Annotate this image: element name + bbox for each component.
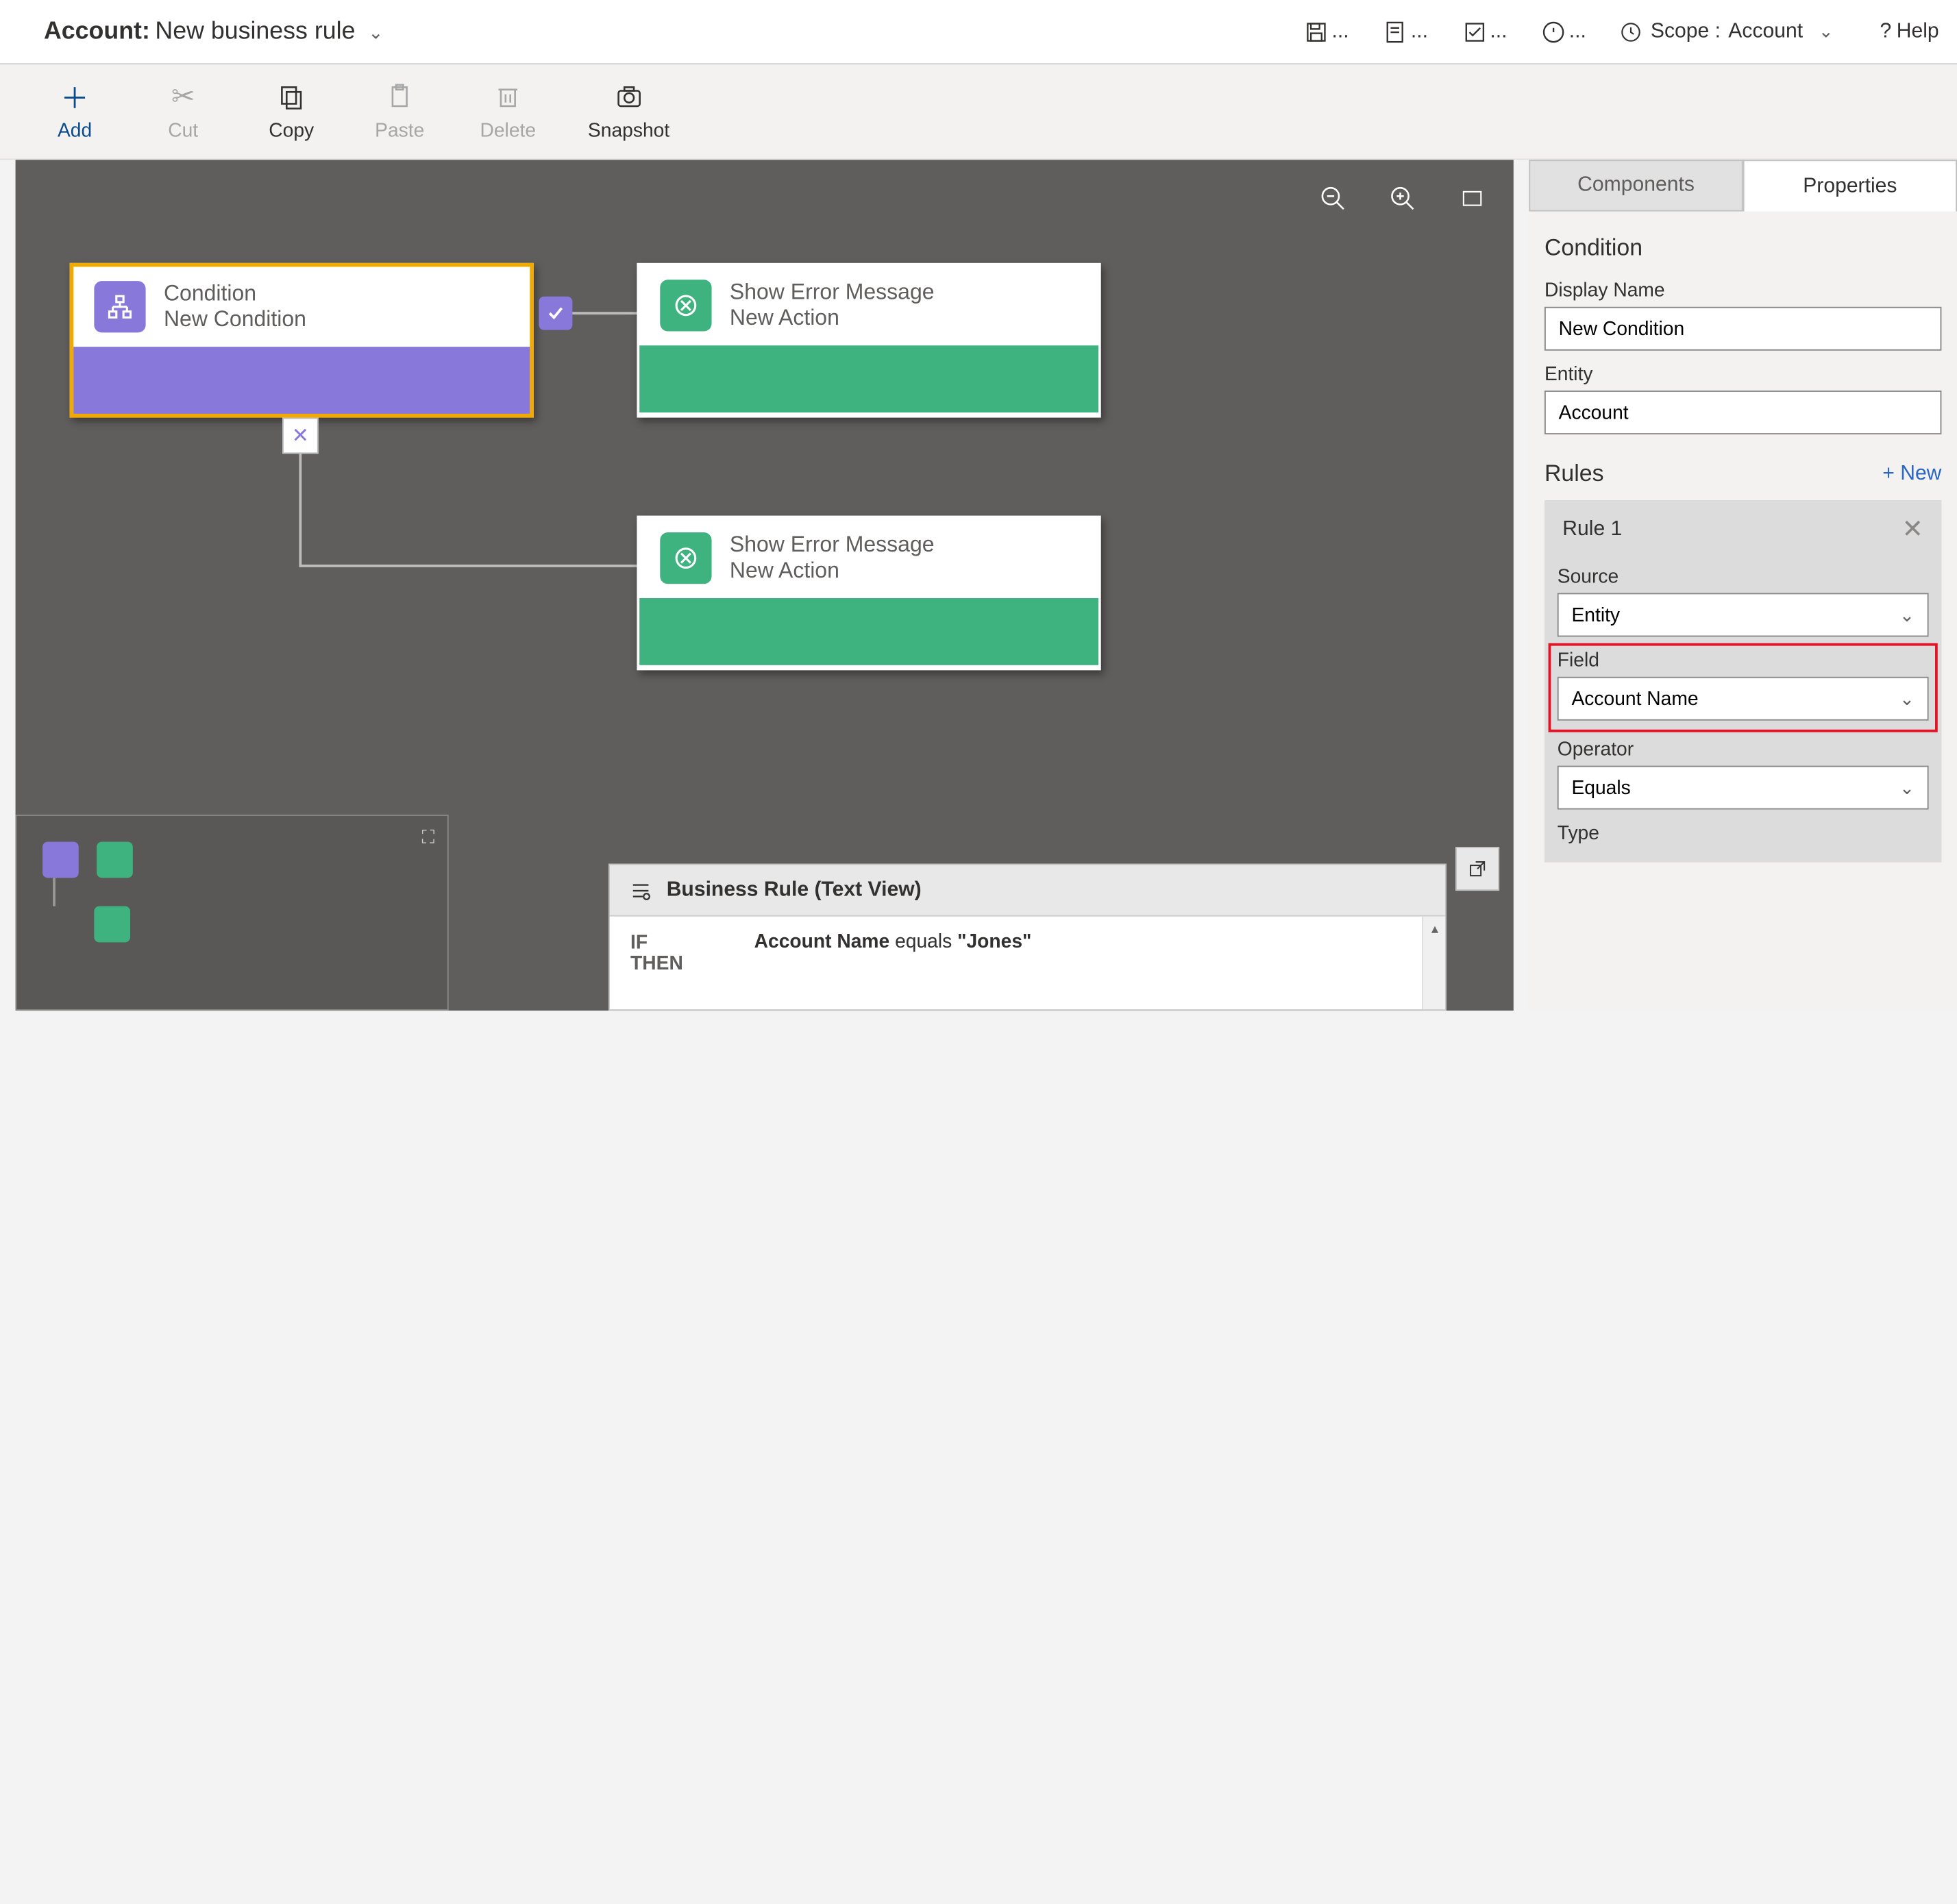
question-icon: ? — [1880, 20, 1891, 43]
field-label: Field — [1558, 650, 1929, 671]
title-prefix: Account: — [44, 17, 150, 45]
node-title: Show Error Message — [730, 532, 935, 558]
new-rule-button[interactable]: + New — [1882, 462, 1941, 485]
save-button[interactable]: ... — [1303, 18, 1349, 45]
copy-icon — [278, 82, 306, 112]
tab-components[interactable]: Components — [1529, 160, 1743, 211]
operator-select[interactable]: Equals ⌄ — [1558, 766, 1929, 810]
node-title: Condition — [164, 281, 306, 307]
false-connector[interactable]: ✕ — [282, 418, 319, 454]
add-button[interactable]: ＋ Add — [47, 82, 103, 142]
activate-button[interactable]: ... — [1540, 18, 1586, 45]
delete-button[interactable]: Delete — [480, 82, 537, 142]
chevron-down-icon: ⌄ — [1899, 688, 1915, 710]
action-node-false[interactable]: Show Error Message New Action — [637, 516, 1100, 671]
entity-input[interactable] — [1544, 391, 1941, 434]
plus-icon: ＋ — [60, 82, 88, 112]
rule-card: Rule 1 ✕ Source Entity ⌄ Field Account N… — [1544, 500, 1941, 863]
popout-button[interactable] — [1455, 847, 1499, 891]
scope-value: Account — [1728, 20, 1803, 43]
close-icon[interactable]: ✕ — [1902, 513, 1924, 545]
chevron-down-icon: ⌄ — [368, 21, 383, 43]
snapshot-button[interactable]: Snapshot — [588, 82, 669, 142]
text-view-heading: Business Rule (Text View) — [667, 878, 922, 902]
scissors-icon: ✂ — [171, 82, 195, 112]
entity-label: Entity — [1544, 364, 1941, 386]
properties-panel: Components Properties Condition Display … — [1529, 160, 1957, 1011]
help-button[interactable]: ? Help — [1880, 20, 1938, 43]
error-message-icon — [660, 532, 711, 584]
scope-selector[interactable]: Scope : Account ⌄ — [1620, 20, 1834, 43]
rule-title: Rule 1 — [1562, 517, 1622, 541]
camera-icon — [613, 82, 644, 112]
tab-properties[interactable]: Properties — [1743, 160, 1957, 211]
display-name-label: Display Name — [1544, 280, 1941, 301]
scroll-up-icon[interactable]: ▴ — [1423, 917, 1447, 940]
error-message-icon — [660, 280, 711, 331]
text-condition: Account Name equals "Jones" — [754, 930, 1425, 952]
paste-button[interactable]: Paste — [371, 82, 428, 142]
type-label: Type — [1558, 822, 1929, 844]
copy-button[interactable]: Copy — [263, 82, 320, 142]
save-as-button[interactable]: ... — [1383, 18, 1428, 45]
chevron-down-icon: ⌄ — [1819, 21, 1834, 42]
rule-title-dropdown[interactable]: Account: New business rule ⌄ — [44, 17, 383, 45]
chevron-down-icon: ⌄ — [1899, 777, 1915, 799]
condition-icon — [94, 281, 145, 332]
node-title: Show Error Message — [730, 280, 935, 306]
properties-heading: Condition — [1544, 234, 1941, 262]
title-name: New business rule — [155, 17, 355, 45]
toolbar: ＋ Add ✂ Cut Copy Paste Delete Snapshot — [0, 64, 1957, 160]
action-node-true[interactable]: Show Error Message New Action — [637, 263, 1100, 418]
display-name-input[interactable] — [1544, 307, 1941, 351]
source-select[interactable]: Entity ⌄ — [1558, 593, 1929, 636]
trash-icon — [494, 82, 522, 112]
title-bar: Account: New business rule ⌄ ... ... ...… — [0, 0, 1957, 64]
condition-node[interactable]: Condition New Condition — [70, 263, 534, 418]
expand-icon[interactable]: ⛶ — [422, 826, 434, 848]
validate-button[interactable]: ... — [1462, 18, 1507, 45]
help-label: Help — [1897, 20, 1939, 43]
scope-label: Scope : — [1651, 20, 1721, 43]
scrollbar[interactable]: ▴ — [1422, 917, 1445, 1009]
scope-icon — [1620, 20, 1643, 43]
operator-label: Operator — [1558, 739, 1929, 761]
paste-icon — [386, 82, 414, 112]
node-subtitle: New Condition — [164, 307, 306, 333]
node-subtitle: New Action — [730, 306, 935, 332]
minimap[interactable]: ⛶ — [16, 815, 449, 1011]
zoom-out-button[interactable] — [1318, 183, 1349, 214]
node-subtitle: New Action — [730, 558, 935, 584]
field-select[interactable]: Account Name ⌄ — [1558, 677, 1929, 721]
text-view-panel: Business Rule (Text View) ▴ IF Account N… — [608, 864, 1447, 1011]
field-highlight: Field Account Name ⌄ — [1549, 645, 1936, 731]
source-label: Source — [1558, 566, 1929, 588]
cut-button[interactable]: ✂ Cut — [155, 82, 212, 142]
fit-to-screen-button[interactable] — [1457, 183, 1488, 214]
true-connector[interactable] — [539, 297, 572, 330]
designer-canvas[interactable]: Condition New Condition Show Error Messa… — [16, 160, 1514, 1011]
text-then: THEN — [630, 952, 1425, 974]
zoom-in-button[interactable] — [1387, 183, 1418, 214]
chevron-down-icon: ⌄ — [1899, 604, 1915, 626]
rules-heading: Rules — [1544, 460, 1604, 488]
list-settings-icon — [628, 878, 654, 902]
